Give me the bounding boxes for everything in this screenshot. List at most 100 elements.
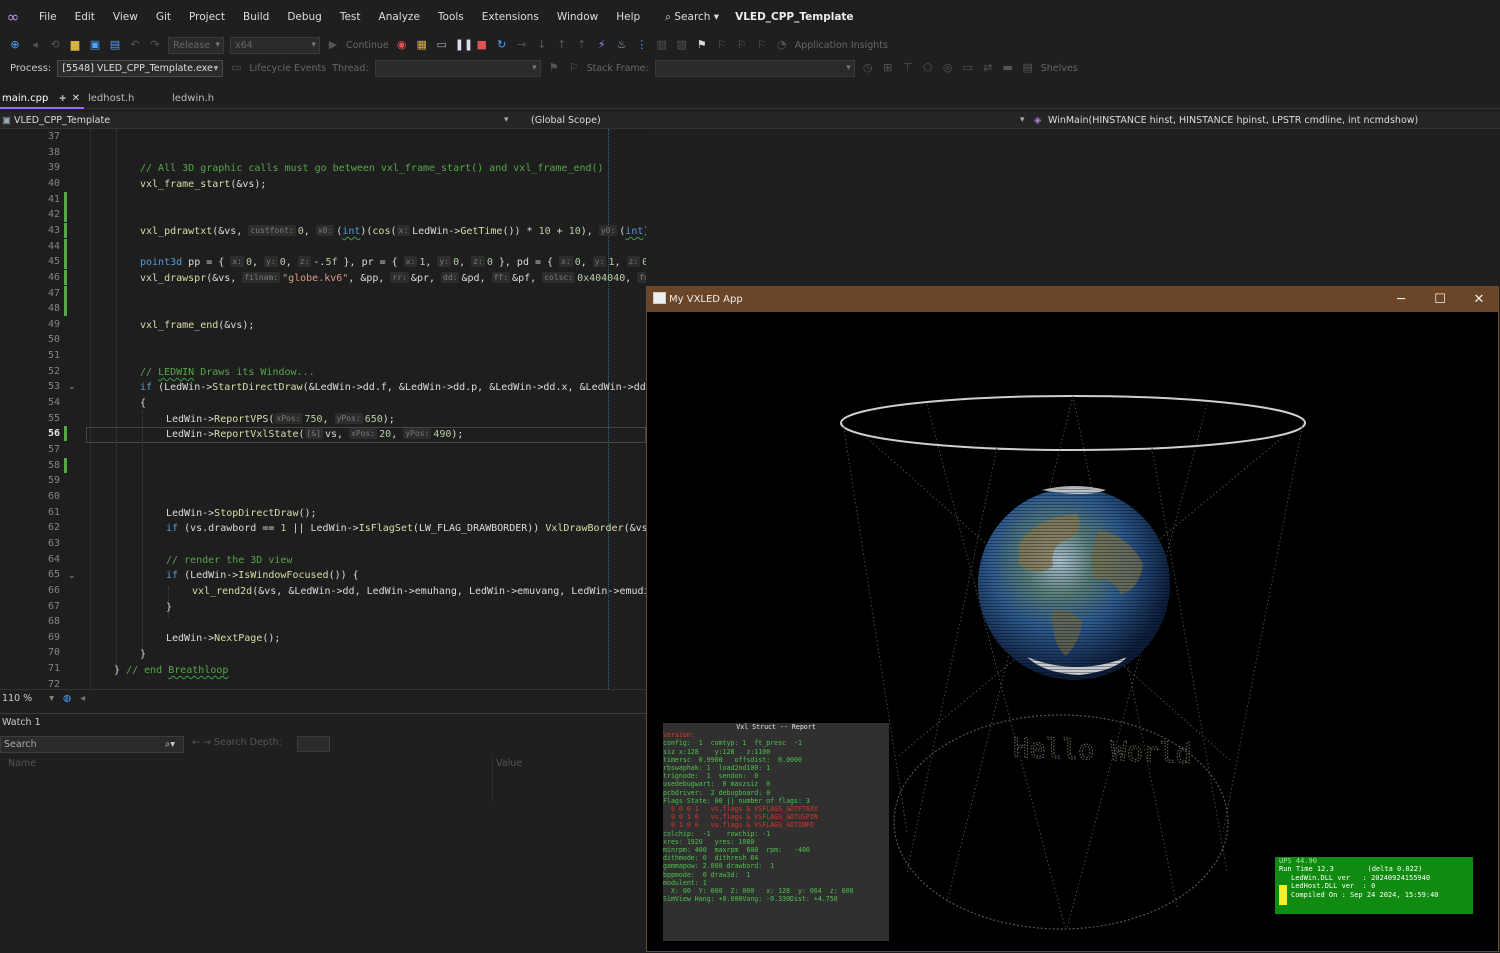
stop-icon[interactable]: ■ — [475, 38, 489, 52]
restart-icon[interactable]: ↻ — [495, 38, 509, 52]
bookmark-next-icon[interactable]: ⚐ — [735, 38, 749, 52]
thread-icon[interactable]: ⋮ — [635, 38, 649, 52]
redo-icon[interactable]: ↷ — [148, 38, 162, 52]
navigate-back-icon[interactable]: ◂ — [28, 38, 42, 52]
code-editor[interactable]: 37 38 39 40 41 42 43 44 45 46 47 48 49 50 51 52 53 54 55 56… — [0, 129, 646, 689]
minimize-button[interactable]: ─ — [1381, 287, 1421, 312]
menu-test[interactable]: Test — [331, 11, 370, 23]
pin-icon[interactable]: ✚ — [59, 89, 66, 109]
project-select[interactable]: VLED_CPP_Template — [14, 112, 110, 129]
step-over-icon[interactable]: ↓ — [535, 38, 549, 52]
lifecycle-events-button[interactable]: Lifecycle Events — [249, 63, 326, 74]
watch-search-input[interactable]: Search ⌕▾ — [0, 736, 184, 753]
vxled-app-window[interactable]: My VXLED App ─ ☐ ✕ Hello World Vxl Struc… — [646, 286, 1499, 952]
menu-project[interactable]: Project — [180, 11, 234, 23]
render-viewport[interactable]: Hello World Vxl Struct -- Report Version:… — [647, 312, 1498, 951]
code-line-70[interactable]: } — [140, 647, 146, 663]
close-button[interactable]: ✕ — [1459, 287, 1499, 312]
pause-icon[interactable]: ❚❚ — [455, 38, 473, 52]
code-line-64[interactable]: // render the 3D view — [166, 553, 292, 569]
hot-reload-icon[interactable]: ♨ — [615, 38, 629, 52]
tab-main-cpp[interactable]: main.cpp ✚ ✕ — [0, 89, 84, 109]
continue-button[interactable]: Continue — [346, 40, 389, 51]
health-icon[interactable]: ◍ — [63, 693, 71, 704]
align-icon[interactable]: ⊤ — [901, 61, 915, 75]
bookmark-prev-icon[interactable]: ⚐ — [715, 38, 729, 52]
step-out-icon[interactable]: ↑ — [555, 38, 569, 52]
code-line-55[interactable]: LedWin->ReportVPS(xPos: 750, yPos: 650); — [166, 412, 395, 428]
search-button[interactable]: ⌕ Search ▾ — [657, 8, 727, 27]
arrow-right-icon[interactable]: → — [203, 737, 214, 748]
member-select[interactable]: WinMain(HINSTANCE hinst, HINSTANCE hpins… — [1048, 112, 1418, 129]
scope-select[interactable]: (Global Scope) — [531, 112, 601, 129]
close-icon[interactable]: ✕ — [72, 89, 80, 109]
column-header-value[interactable]: Value — [496, 758, 522, 769]
search-depth-select[interactable] — [297, 736, 330, 752]
code-line-45[interactable]: point3d pp = { x: 0, y: 0, z: -.5f }, pr = … — [140, 255, 646, 271]
lifecycle-icon[interactable]: ▭ — [229, 61, 243, 75]
menu-build[interactable]: Build — [234, 11, 278, 23]
bookmark-icon[interactable]: ⚑ — [695, 38, 709, 52]
code-line-49[interactable]: vxl_frame_end(&vs); — [140, 318, 254, 334]
process-select[interactable]: [5548] VLED_CPP_Template.exe — [57, 59, 224, 77]
menu-analyze[interactable]: Analyze — [370, 11, 429, 23]
shelf-icon[interactable]: ▬ — [1001, 61, 1015, 75]
menu-file[interactable]: File — [30, 11, 66, 23]
monitor-icon[interactable]: ▭ — [961, 61, 975, 75]
code-line-67[interactable]: } — [166, 600, 172, 616]
fold-arrow-icon[interactable]: ⌄ — [68, 379, 76, 395]
menu-help[interactable]: Help — [607, 11, 649, 23]
diagnostics-icon[interactable]: ⚡ — [595, 38, 609, 52]
maximize-button[interactable]: ☐ — [1420, 287, 1460, 312]
configuration-select[interactable]: Release — [168, 36, 224, 54]
window-icon[interactable]: ▭ — [435, 38, 449, 52]
code-line-40[interactable]: vxl_frame_start(&vs); — [140, 177, 266, 193]
undo-stack-icon[interactable]: ⟲ — [48, 38, 62, 52]
shapes-icon[interactable]: ⬠ — [921, 61, 935, 75]
chevron-down-icon[interactable]: ▾ — [504, 112, 509, 129]
code-line-69[interactable]: LedWin->NextPage(); — [166, 631, 280, 647]
attach-debugger-icon[interactable]: ◉ — [395, 38, 409, 52]
memory-icon[interactable]: ▥ — [655, 38, 669, 52]
code-line-66[interactable]: vxl_rend2d(&vs, &LedWin->dd, LedWin->emu… — [192, 584, 646, 600]
menu-extensions[interactable]: Extensions — [473, 11, 548, 23]
step-into-icon[interactable]: → — [515, 38, 529, 52]
menu-debug[interactable]: Debug — [278, 11, 331, 23]
filter-icon[interactable]: ⚐ — [567, 61, 581, 75]
save-all-icon[interactable]: ▤ — [108, 38, 122, 52]
bookmark-clear-icon[interactable]: ⚐ — [755, 38, 769, 52]
swap-icon[interactable]: ⇄ — [981, 61, 995, 75]
open-folder-icon[interactable]: ▆ — [68, 38, 82, 52]
platform-select[interactable]: x64 — [230, 36, 320, 54]
browse-icon[interactable]: ▦ — [415, 38, 429, 52]
layout-icon[interactable]: ⊞ — [881, 61, 895, 75]
thread-select[interactable] — [374, 59, 541, 77]
new-item-icon[interactable]: ⊕ — [8, 38, 22, 52]
step-back-icon[interactable]: ⇡ — [575, 38, 589, 52]
chevron-down-icon[interactable]: ▾ — [1020, 112, 1025, 129]
column-divider[interactable] — [492, 754, 493, 802]
stack-frame-select[interactable] — [654, 59, 855, 77]
insights-icon[interactable]: ◔ — [775, 38, 789, 52]
registers-icon[interactable]: ▧ — [675, 38, 689, 52]
undo-icon[interactable]: ↶ — [128, 38, 142, 52]
watch-title[interactable]: Watch 1 — [2, 717, 41, 728]
chevron-down-icon[interactable]: ▾ — [49, 693, 54, 704]
code-line-52[interactable]: // LEDWIN Draws its Window... — [140, 365, 315, 381]
column-header-name[interactable]: Name — [8, 758, 36, 769]
target-icon[interactable]: ◎ — [941, 61, 955, 75]
menu-git[interactable]: Git — [147, 11, 180, 23]
code-line-61[interactable]: LedWin->StopDirectDraw(); — [166, 506, 317, 522]
visual-studio-logo-icon[interactable]: ∞ — [4, 8, 22, 26]
code-line-53[interactable]: if (LedWin->StartDirectDraw(&LedWin->dd.… — [140, 380, 646, 396]
shelves-button[interactable]: Shelves — [1041, 63, 1078, 74]
code-line-71[interactable]: } // end Breathloop — [114, 663, 228, 679]
shelves-icon[interactable]: ▤ — [1021, 61, 1035, 75]
arrow-left-icon[interactable]: ← — [192, 737, 200, 748]
menu-window[interactable]: Window — [548, 11, 607, 23]
tab-ledhost-h[interactable]: ledhost.h — [86, 89, 168, 109]
code-line-65[interactable]: if (LedWin->IsWindowFocused()) { — [166, 568, 359, 584]
timeline-icon[interactable]: ◷ — [861, 61, 875, 75]
scroll-left-icon[interactable]: ◂ — [80, 693, 85, 704]
menu-edit[interactable]: Edit — [66, 11, 104, 23]
